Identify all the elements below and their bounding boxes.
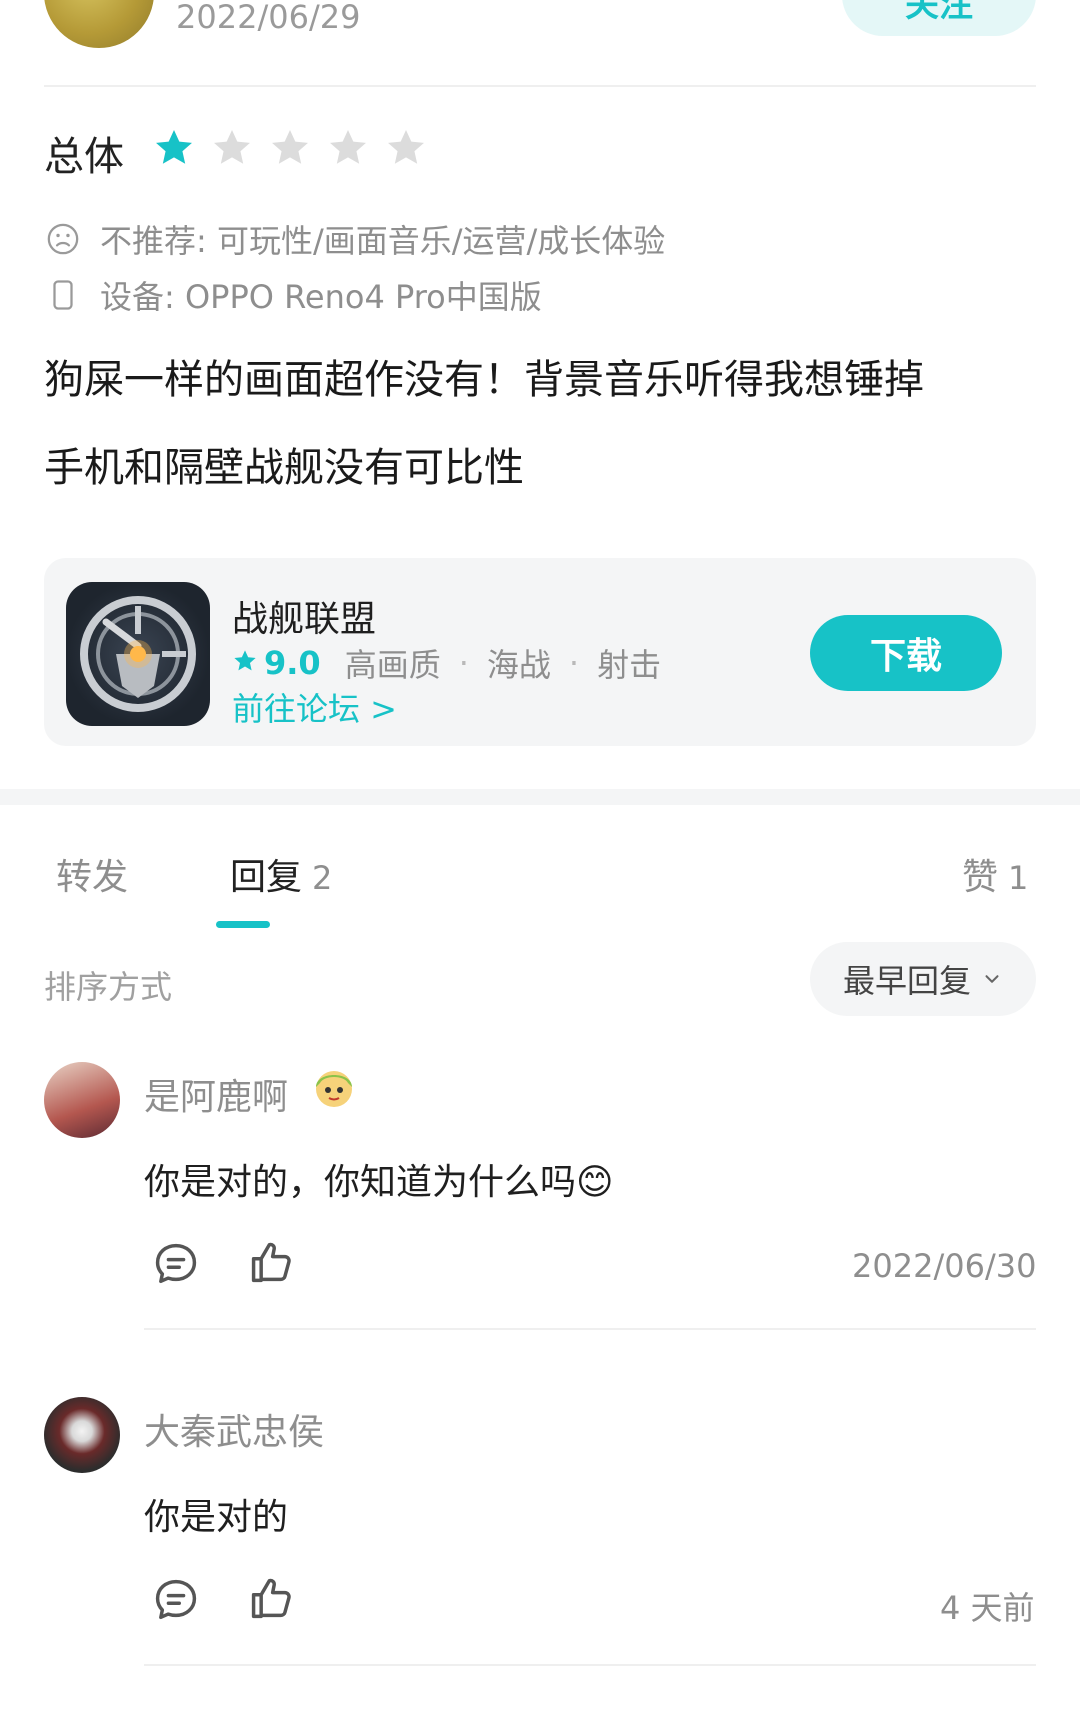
tab-reply-count: 2: [312, 859, 333, 897]
not-recommend-text: 不推荐: 可玩性/画面音乐/运营/成长体验: [100, 222, 666, 260]
reply-text: 你是对的: [144, 1497, 289, 1538]
review-line: 手机和隔壁战舰没有可比性: [44, 445, 524, 491]
section-divider: [0, 789, 1080, 805]
game-tag: 海战: [486, 646, 551, 684]
game-tag: 高画质: [344, 646, 441, 684]
star-icon: [232, 644, 258, 682]
game-icon[interactable]: [66, 582, 210, 726]
user-badge-icon: [310, 1063, 358, 1115]
game-meta: 9.0 高画质 · 海战 · 射击: [232, 640, 661, 686]
game-name[interactable]: 战舰联盟: [232, 590, 376, 642]
chevron-down-icon: [971, 960, 1003, 998]
reply-text: 你是对的，你知道为什么吗😊: [144, 1162, 614, 1203]
sort-selected: 最早回复: [842, 962, 971, 1000]
tab-like-count: 1: [1008, 859, 1029, 897]
device-row: 设备: OPPO Reno4 Pro中国版: [46, 272, 542, 318]
sort-label: 排序方式: [44, 968, 173, 1006]
review-line: 狗屎一样的画面超作没有！背景音乐听得我想锤掉: [44, 357, 924, 403]
reply-date: 4 天前: [940, 1589, 1035, 1627]
star-empty-icon: [210, 126, 254, 170]
avatar[interactable]: [44, 1397, 120, 1473]
device-text: 设备: OPPO Reno4 Pro中国版: [100, 278, 542, 316]
divider: [44, 85, 1036, 87]
comment-icon[interactable]: [150, 1574, 202, 1626]
follow-button[interactable]: 关注: [842, 0, 1036, 36]
rating-stars: [152, 126, 428, 170]
download-button[interactable]: 下载: [810, 615, 1002, 691]
review-body: 狗屎一样的画面超作没有！背景音乐听得我想锤掉 手机和隔壁战舰没有可比性: [44, 336, 1034, 512]
author-avatar[interactable]: [44, 0, 154, 48]
star-empty-icon: [268, 126, 312, 170]
forum-link[interactable]: 前往论坛 >: [232, 684, 397, 730]
separator-dot: ·: [568, 644, 580, 682]
tab-forward[interactable]: 转发: [56, 848, 128, 900]
active-tab-indicator: [216, 921, 270, 928]
comment-icon[interactable]: [150, 1238, 202, 1290]
game-tag: 射击: [597, 646, 662, 684]
star-empty-icon: [326, 126, 370, 170]
divider: [144, 1328, 1036, 1330]
sort-dropdown[interactable]: 最早回复: [810, 942, 1036, 1016]
thumbs-up-icon[interactable]: [246, 1236, 298, 1288]
thumbs-up-icon[interactable]: [246, 1572, 298, 1624]
star-filled-icon: [152, 126, 196, 170]
separator-dot: ·: [458, 644, 469, 682]
divider: [144, 1664, 1036, 1666]
overall-rating-label: 总体: [44, 134, 124, 180]
game-score: 9.0: [264, 644, 321, 682]
not-recommend-row: 不推荐: 可玩性/画面音乐/运营/成长体验: [46, 216, 665, 262]
tab-reply[interactable]: 回复 2: [230, 848, 332, 900]
phone-icon: [46, 278, 80, 312]
reply-author-name[interactable]: 大秦武忠侯: [144, 1403, 324, 1455]
reply-date: 2022/06/30: [852, 1247, 1037, 1285]
tab-like[interactable]: 赞1: [962, 848, 1028, 900]
tab-forward-label: 转发: [56, 857, 129, 898]
avatar[interactable]: [44, 1062, 120, 1138]
reply-author-name[interactable]: 是阿鹿啊: [144, 1068, 288, 1120]
post-date: 2022/06/29: [176, 0, 361, 36]
sad-face-icon: [46, 222, 80, 256]
tab-like-label: 赞: [962, 857, 999, 898]
star-empty-icon: [384, 126, 428, 170]
tab-reply-label: 回复: [230, 857, 303, 898]
